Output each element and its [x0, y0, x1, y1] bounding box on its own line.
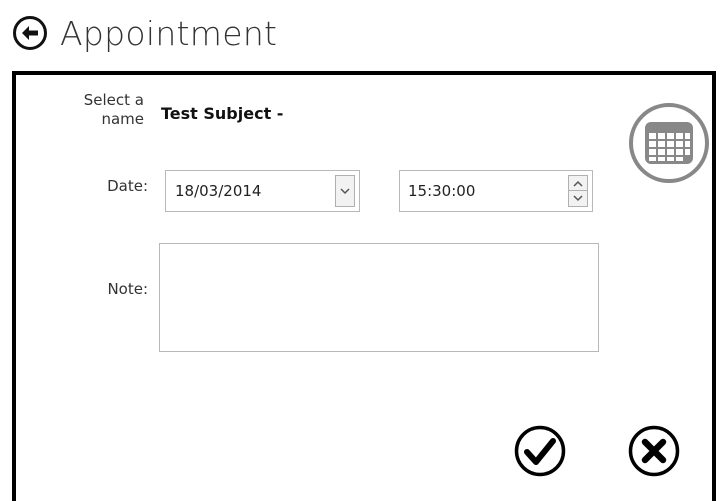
page-header: Appointment [12, 10, 277, 56]
date-label: Date: [107, 177, 148, 195]
chevron-down-icon [573, 195, 583, 202]
time-value: 15:30:00 [408, 182, 476, 200]
calendar-icon [645, 122, 693, 164]
back-button[interactable] [12, 15, 48, 51]
appointment-panel: Select a name Test Subject - Date: 18/03… [12, 71, 716, 501]
page-title: Appointment [60, 13, 278, 53]
cancel-button[interactable] [628, 425, 680, 477]
back-arrow-icon [13, 16, 47, 50]
chevron-down-icon [340, 187, 350, 194]
chevron-up-icon [573, 180, 583, 187]
subject-name[interactable]: Test Subject - [161, 104, 283, 123]
time-increment-button[interactable] [568, 175, 588, 191]
note-label: Note: [107, 280, 148, 298]
checkmark-circle-icon [514, 425, 566, 477]
time-spinner [568, 175, 588, 207]
date-dropdown-button[interactable] [335, 175, 355, 207]
date-value: 18/03/2014 [175, 182, 262, 200]
note-input[interactable] [159, 243, 599, 352]
time-decrement-button[interactable] [568, 191, 588, 207]
calendar-button[interactable] [629, 103, 709, 183]
select-name-label: Select a name [83, 91, 144, 128]
time-field[interactable]: 15:30:00 [399, 170, 593, 212]
date-picker[interactable]: 18/03/2014 [165, 170, 360, 212]
close-circle-icon [628, 425, 680, 477]
confirm-button[interactable] [514, 425, 566, 477]
